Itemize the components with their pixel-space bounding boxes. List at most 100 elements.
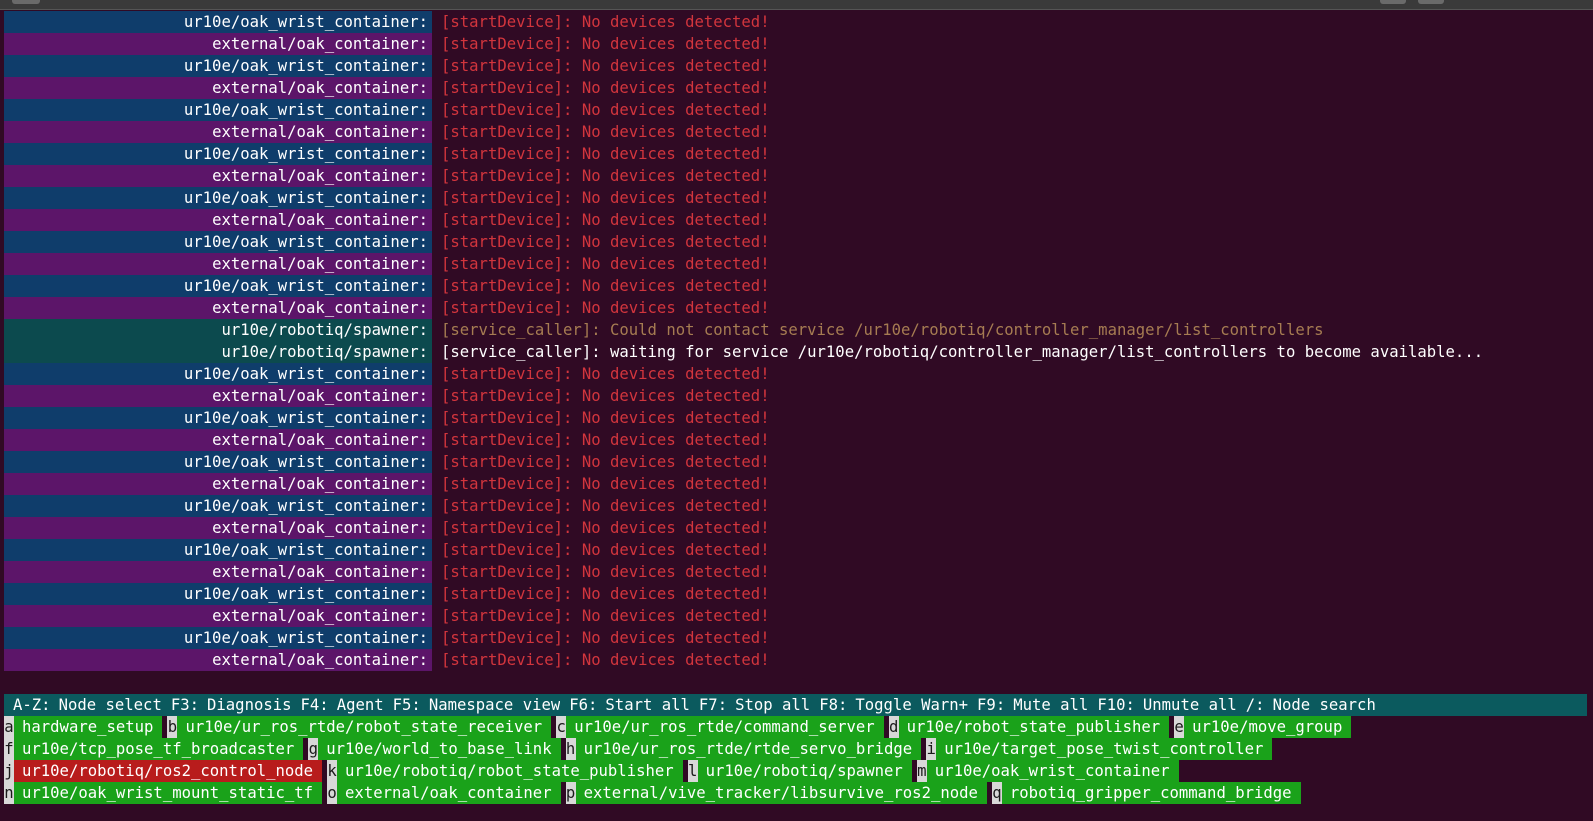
node-label: ur10e/robotiq/spawner xyxy=(697,760,912,782)
log-line: ur10e/robotiq/spawner: [service_caller]: … xyxy=(4,319,1589,341)
node-label: ur10e/ur_ros_rtde/robot_state_receiver xyxy=(177,716,552,738)
log-node-name: external/oak_container: xyxy=(4,385,432,407)
log-line: ur10e/oak_wrist_container: [startDevice]:… xyxy=(4,99,1589,121)
node-item[interactable]: b ur10e/ur_ros_rtde/robot_state_receiver xyxy=(167,716,552,738)
hotkey-key: F8: xyxy=(810,694,848,716)
node-label: ur10e/ur_ros_rtde/rtde_servo_bridge xyxy=(575,738,922,760)
node-item[interactable]: h ur10e/ur_ros_rtde/rtde_servo_bridge xyxy=(565,738,922,760)
hotkey-label: Diagnosis xyxy=(207,696,292,714)
node-item[interactable]: q robotiq_gripper_command_bridge xyxy=(991,782,1301,804)
log-message: [startDevice]: No devices detected! xyxy=(441,123,770,141)
node-label: external/vive_tracker/libsurvive_ros2_no… xyxy=(575,782,987,804)
log-node-name: ur10e/oak_wrist_container: xyxy=(4,407,432,429)
node-row: j ur10e/robotiq/ros2_control_node k ur10e/r… xyxy=(4,760,1356,782)
log-line: ur10e/oak_wrist_container: [startDevice]:… xyxy=(4,495,1589,517)
log-line: external/oak_container: [startDevice]: No… xyxy=(4,649,1589,671)
log-message: [startDevice]: No devices detected! xyxy=(441,145,770,163)
hotkey-item[interactable]: F3: Diagnosis xyxy=(161,694,292,716)
log-message: [startDevice]: No devices detected! xyxy=(441,563,770,581)
hotkey-label: Stop all xyxy=(735,696,811,714)
log-node-name: ur10e/oak_wrist_container: xyxy=(4,187,432,209)
hotkey-key: F10: xyxy=(1088,694,1135,716)
hotkey-item[interactable]: F8: Toggle Warn+ xyxy=(810,694,968,716)
node-item[interactable]: k ur10e/robotiq/robot_state_publisher xyxy=(327,760,683,782)
log-message: [startDevice]: No devices detected! xyxy=(441,497,770,515)
hotkey-label: Toggle Warn+ xyxy=(855,696,969,714)
node-item[interactable]: n ur10e/oak_wrist_mount_static_tf xyxy=(4,782,323,804)
node-item[interactable]: o external/oak_container xyxy=(327,782,561,804)
log-line: ur10e/oak_wrist_container: [startDevice]:… xyxy=(4,231,1589,253)
node-select-key: k xyxy=(327,760,338,782)
log-node-name: ur10e/oak_wrist_container: xyxy=(4,275,432,297)
log-node-name: external/oak_container: xyxy=(4,121,432,143)
log-line: external/oak_container: [startDevice]: No… xyxy=(4,561,1589,583)
hotkey-item[interactable]: F7: Stop all xyxy=(689,694,811,716)
node-select-key: q xyxy=(991,782,1002,804)
log-line: ur10e/robotiq/spawner: [service_caller]: … xyxy=(4,341,1589,363)
log-message: [startDevice]: No devices detected! xyxy=(441,585,770,603)
node-item[interactable]: c ur10e/ur_ros_rtde/command_server xyxy=(556,716,884,738)
log-line: ur10e/oak_wrist_container: [startDevice]:… xyxy=(4,275,1589,297)
node-item[interactable]: i ur10e/target_pose_twist_controller xyxy=(926,738,1273,760)
log-message: [startDevice]: No devices detected! xyxy=(441,629,770,647)
hotkey-item[interactable]: F9: Mute all xyxy=(968,694,1088,716)
log-message: [startDevice]: No devices detected! xyxy=(441,255,770,273)
log-node-name: ur10e/oak_wrist_container: xyxy=(4,11,432,33)
hotkey-item[interactable]: F4: Agent xyxy=(291,694,384,716)
hotkey-item[interactable]: F5: Namespace view xyxy=(383,694,561,716)
node-item[interactable]: d ur10e/robot_state_publisher xyxy=(888,716,1170,738)
node-item[interactable]: g ur10e/world_to_base_link xyxy=(308,738,561,760)
log-output: ur10e/oak_wrist_container: [startDevice]:… xyxy=(4,11,1589,671)
node-item[interactable]: m ur10e/oak_wrist_container xyxy=(916,760,1179,782)
hotkey-label: Node select xyxy=(58,696,162,714)
hotkey-item[interactable]: /: Node search xyxy=(1236,694,1376,716)
node-select-key: a xyxy=(4,716,14,738)
log-node-name: external/oak_container: xyxy=(4,297,432,319)
log-message: [service_caller]: waiting for service /u… xyxy=(441,343,1484,361)
log-line: external/oak_container: [startDevice]: No… xyxy=(4,77,1589,99)
log-line: external/oak_container: [startDevice]: No… xyxy=(4,165,1589,187)
node-label: ur10e/robot_state_publisher xyxy=(898,716,1170,738)
log-line: external/oak_container: [startDevice]: No… xyxy=(4,33,1589,55)
log-node-name: external/oak_container: xyxy=(4,77,432,99)
node-select-key: j xyxy=(4,760,14,782)
log-node-name: external/oak_container: xyxy=(4,253,432,275)
node-label: external/oak_container xyxy=(337,782,561,804)
log-message: [startDevice]: No devices detected! xyxy=(441,299,770,317)
node-item[interactable]: j ur10e/robotiq/ros2_control_node xyxy=(4,760,323,782)
log-node-name: ur10e/robotiq/spawner: xyxy=(4,319,432,341)
node-item[interactable]: l ur10e/robotiq/spawner xyxy=(687,760,912,782)
log-message: [service_caller]: Could not contact serv… xyxy=(441,321,1324,339)
hotkey-item[interactable]: A-Z: Node select xyxy=(4,694,162,716)
log-line: external/oak_container: [startDevice]: No… xyxy=(4,297,1589,319)
log-message: [startDevice]: No devices detected! xyxy=(441,211,770,229)
node-item[interactable]: f ur10e/tcp_pose_tf_broadcaster xyxy=(4,738,304,760)
log-line: external/oak_container: [startDevice]: No… xyxy=(4,209,1589,231)
tab-handle[interactable] xyxy=(12,0,40,4)
log-node-name: ur10e/oak_wrist_container: xyxy=(4,627,432,649)
node-item[interactable]: a hardware_setup xyxy=(4,716,163,738)
log-message: [startDevice]: No devices detected! xyxy=(441,35,770,53)
log-line: ur10e/oak_wrist_container: [startDevice]:… xyxy=(4,451,1589,473)
log-message: [startDevice]: No devices detected! xyxy=(441,13,770,31)
hotkey-item[interactable]: F10: Unmute all xyxy=(1088,694,1237,716)
hotkey-item[interactable]: F6: Start all xyxy=(560,694,690,716)
log-message: [startDevice]: No devices detected! xyxy=(441,277,770,295)
log-node-name: ur10e/oak_wrist_container: xyxy=(4,143,432,165)
log-message: [startDevice]: No devices detected! xyxy=(441,189,770,207)
log-node-name: external/oak_container: xyxy=(4,429,432,451)
node-label: ur10e/tcp_pose_tf_broadcaster xyxy=(14,738,304,760)
window-control-icon[interactable] xyxy=(1380,0,1406,4)
log-node-name: external/oak_container: xyxy=(4,649,432,671)
log-node-name: external/oak_container: xyxy=(4,473,432,495)
window-control-icon[interactable] xyxy=(1418,0,1444,4)
node-item[interactable]: p external/vive_tracker/libsurvive_ros2_n… xyxy=(565,782,987,804)
node-row: n ur10e/oak_wrist_mount_static_tf o externa… xyxy=(4,782,1356,804)
node-item[interactable]: e ur10e/move_group xyxy=(1174,716,1352,738)
log-line: ur10e/oak_wrist_container: [startDevice]:… xyxy=(4,11,1589,33)
hotkey-label: Namespace view xyxy=(428,696,561,714)
hotkey-key: /: xyxy=(1236,694,1265,716)
node-select-key: l xyxy=(687,760,698,782)
log-message: [startDevice]: No devices detected! xyxy=(441,541,770,559)
hotkey-bar: A-Z: Node select F3: Diagnosis F4: Agent F5: Na… xyxy=(4,694,1587,716)
